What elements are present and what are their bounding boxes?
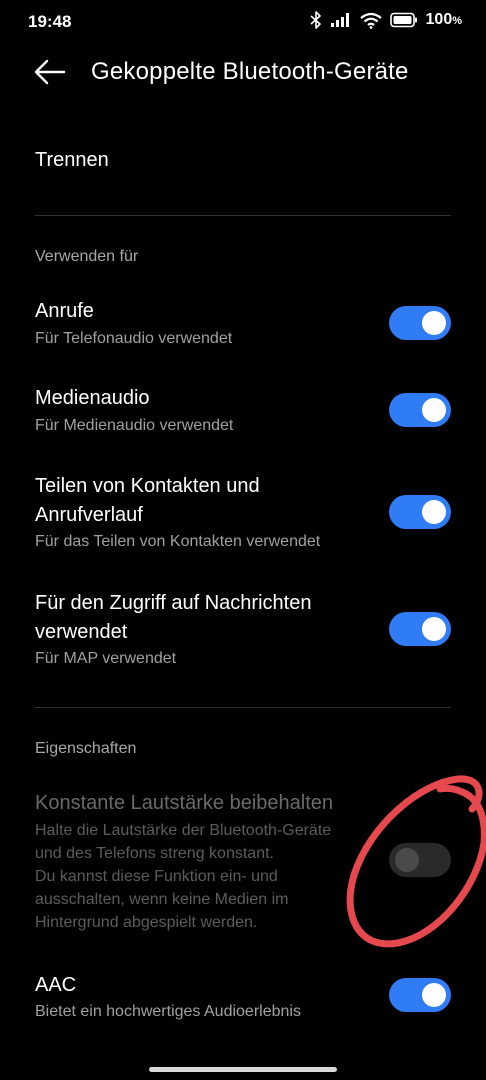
message-access-toggle[interactable] <box>389 612 451 646</box>
page-title: Gekoppelte Bluetooth-Geräte <box>91 58 409 85</box>
toggle-knob <box>422 983 446 1007</box>
setting-desc-line: ausschalten, wenn keine Medien im <box>35 891 289 908</box>
toggle-knob <box>422 617 446 641</box>
battery-icon <box>389 12 417 28</box>
section-heading-properties: Eigenschaften <box>35 740 137 757</box>
setting-title: Konstante Lautstärke beibehalten <box>35 792 333 814</box>
status-icons: 100% <box>309 11 462 29</box>
section-heading-use: Verwenden für <box>35 248 139 265</box>
home-indicator[interactable] <box>149 1067 337 1072</box>
setting-title-line2: verwendet <box>35 621 128 643</box>
divider <box>35 215 451 216</box>
setting-desc-line: Du kannst diese Funktion ein- und <box>35 868 278 885</box>
status-bar: 19:48 100% <box>0 0 486 44</box>
calls-toggle[interactable] <box>389 306 451 340</box>
setting-subtitle: Bietet ein hochwertiges Audioerlebnis <box>35 1003 301 1020</box>
status-time: 19:48 <box>28 12 72 31</box>
setting-subtitle: Für Medienaudio verwendet <box>35 417 234 434</box>
setting-title-line1: Für den Zugriff auf Nachrichten <box>35 592 312 614</box>
setting-title: Anrufe <box>35 300 94 322</box>
back-button[interactable] <box>34 58 66 86</box>
toggle-knob <box>422 398 446 422</box>
media-audio-toggle[interactable] <box>389 393 451 427</box>
wifi-icon <box>359 12 382 29</box>
disconnect-button[interactable]: Trennen <box>35 146 109 175</box>
setting-desc-line: Hintergrund abgespielt werden. <box>35 914 258 931</box>
arrow-left-icon <box>34 59 66 85</box>
contact-sharing-toggle[interactable] <box>389 495 451 529</box>
setting-title: Medienaudio <box>35 387 150 409</box>
annotation-circle <box>346 775 486 948</box>
toggle-knob <box>422 500 446 524</box>
signal-icon <box>330 13 349 27</box>
setting-desc-line: Halte die Lautstärke der Bluetooth-Gerät… <box>35 822 332 839</box>
battery-value: 100 <box>425 11 453 28</box>
setting-subtitle: Für das Teilen von Kontakten verwendet <box>35 533 321 550</box>
setting-subtitle: Für Telefonaudio verwendet <box>35 330 233 347</box>
app-bar: Gekoppelte Bluetooth-Geräte <box>0 44 486 100</box>
aac-toggle[interactable] <box>389 978 451 1012</box>
setting-desc-line: und des Telefons streng konstant. <box>35 845 274 862</box>
setting-subtitle: Für MAP verwendet <box>35 650 177 667</box>
setting-title: AAC <box>35 974 77 996</box>
toggle-knob <box>422 311 446 335</box>
battery-percent: 100% <box>425 11 462 28</box>
divider <box>35 707 451 708</box>
bluetooth-icon <box>309 11 321 29</box>
setting-title-line2: Anrufverlauf <box>35 504 143 526</box>
setting-title-line1: Teilen von Kontakten und <box>35 475 260 497</box>
